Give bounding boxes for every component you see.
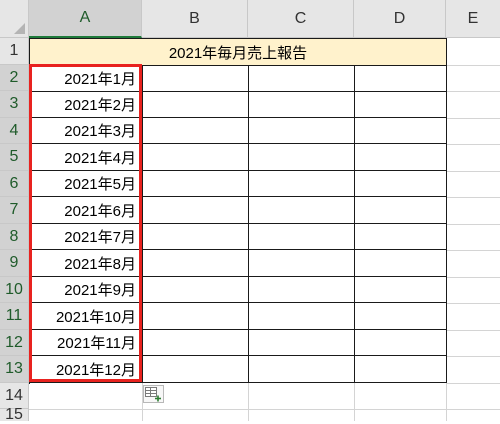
row-header-15[interactable]: 15 <box>0 406 29 423</box>
row-header-6[interactable]: 6 <box>0 171 29 197</box>
gridline <box>446 65 500 66</box>
row-header-1[interactable]: 1 <box>0 38 29 65</box>
column-header-e[interactable]: E <box>446 0 500 38</box>
row-header-10[interactable]: 10 <box>0 277 29 303</box>
gridline <box>446 383 500 384</box>
gridline <box>446 303 500 304</box>
cell-b10[interactable] <box>143 277 249 303</box>
row-header-2[interactable]: 2 <box>0 65 29 91</box>
cell-d12[interactable] <box>355 330 447 356</box>
cell-c7[interactable] <box>249 197 355 224</box>
report-title-cell[interactable]: 2021年毎月売上報告 <box>29 38 447 66</box>
date-cell-a11[interactable]: 2021年10月 <box>30 303 143 330</box>
cell-c8[interactable] <box>249 224 355 250</box>
cell-b2[interactable] <box>143 65 249 92</box>
cell-c10[interactable] <box>249 277 355 303</box>
gridline <box>446 330 500 331</box>
select-all-corner[interactable] <box>0 0 29 38</box>
row-header-8[interactable]: 8 <box>0 224 29 250</box>
cell-b4[interactable] <box>143 118 249 144</box>
row-header-9[interactable]: 9 <box>0 250 29 277</box>
date-cell-a8[interactable]: 2021年7月 <box>30 224 143 250</box>
select-all-triangle-icon <box>14 23 25 34</box>
gridline <box>446 197 500 198</box>
row-header-4[interactable]: 4 <box>0 118 29 144</box>
cell-c9[interactable] <box>249 250 355 277</box>
date-cell-a5[interactable]: 2021年4月 <box>30 144 143 171</box>
gridline <box>446 171 500 172</box>
cell-c4[interactable] <box>249 118 355 144</box>
cell-d13[interactable] <box>355 356 447 383</box>
cell-c13[interactable] <box>249 356 355 383</box>
date-cell-a2[interactable]: 2021年1月 <box>30 65 143 92</box>
row-header-12[interactable]: 12 <box>0 330 29 356</box>
column-header-a[interactable]: A <box>29 0 142 38</box>
gridline <box>446 277 500 278</box>
cell-b11[interactable] <box>143 303 249 330</box>
cell-b9[interactable] <box>143 250 249 277</box>
cell-d7[interactable] <box>355 197 447 224</box>
row-header-11[interactable]: 11 <box>0 303 29 330</box>
autofill-options-button[interactable] <box>143 385 164 403</box>
cell-b3[interactable] <box>143 91 249 118</box>
cell-d9[interactable] <box>355 250 447 277</box>
date-cell-a3[interactable]: 2021年2月 <box>30 91 143 118</box>
gridline <box>248 383 249 421</box>
cell-b12[interactable] <box>143 330 249 356</box>
gridline <box>446 224 500 225</box>
cell-d4[interactable] <box>355 118 447 144</box>
date-cell-a13[interactable]: 2021年12月 <box>30 356 143 383</box>
cell-d5[interactable] <box>355 144 447 171</box>
cell-c11[interactable] <box>249 303 355 330</box>
gridline <box>29 409 500 410</box>
gridline <box>446 250 500 251</box>
column-header-d[interactable]: D <box>354 0 446 38</box>
cell-d2[interactable] <box>355 65 447 92</box>
date-cell-a12[interactable]: 2021年11月 <box>30 330 143 356</box>
spreadsheet: A B C D E 1 2 3 4 5 6 7 8 9 10 11 12 13 … <box>0 0 500 423</box>
autofill-options-icon <box>145 387 161 402</box>
cell-c3[interactable] <box>249 91 355 118</box>
cell-d3[interactable] <box>355 91 447 118</box>
gridline <box>446 91 500 92</box>
cell-b6[interactable] <box>143 171 249 197</box>
cell-d11[interactable] <box>355 303 447 330</box>
row-header-5[interactable]: 5 <box>0 144 29 171</box>
cell-d6[interactable] <box>355 171 447 197</box>
date-cell-a4[interactable]: 2021年3月 <box>30 118 143 144</box>
cell-c2[interactable] <box>249 65 355 92</box>
row-header-7[interactable]: 7 <box>0 197 29 224</box>
cell-c5[interactable] <box>249 144 355 171</box>
column-header-c[interactable]: C <box>248 0 354 38</box>
column-header-b[interactable]: B <box>142 0 248 38</box>
cell-c6[interactable] <box>249 171 355 197</box>
gridline <box>354 383 355 421</box>
cell-d10[interactable] <box>355 277 447 303</box>
gridline <box>446 356 500 357</box>
cell-b7[interactable] <box>143 197 249 224</box>
row-header-3[interactable]: 3 <box>0 91 29 118</box>
cell-b8[interactable] <box>143 224 249 250</box>
gridline <box>446 144 500 145</box>
date-cell-a6[interactable]: 2021年5月 <box>30 171 143 197</box>
date-cell-a7[interactable]: 2021年6月 <box>30 197 143 224</box>
table-body: 2021年1月 2021年2月 2021年3月 2021年4月 2021年5月 … <box>29 65 447 384</box>
gridline <box>446 118 500 119</box>
cell-c12[interactable] <box>249 330 355 356</box>
cell-b13[interactable] <box>143 356 249 383</box>
date-cell-a10[interactable]: 2021年9月 <box>30 277 143 303</box>
cell-b5[interactable] <box>143 144 249 171</box>
date-cell-a9[interactable]: 2021年8月 <box>30 250 143 277</box>
cell-d8[interactable] <box>355 224 447 250</box>
row-header-13[interactable]: 13 <box>0 356 29 383</box>
